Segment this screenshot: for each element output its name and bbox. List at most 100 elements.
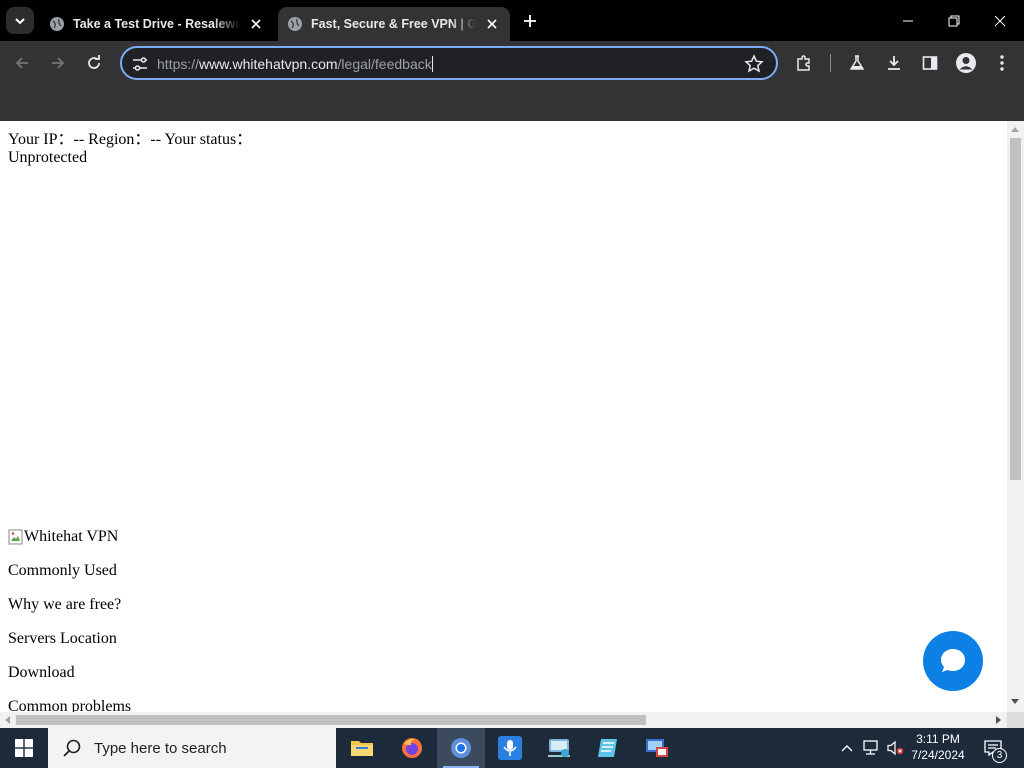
tray-volume-button[interactable] xyxy=(884,728,906,768)
chevron-up-icon xyxy=(841,745,853,752)
site-settings-icon[interactable] xyxy=(131,55,149,73)
page-viewport: Your IP：-- Region：-- Your status：Unprote… xyxy=(0,121,1024,728)
restore-button[interactable] xyxy=(932,6,976,36)
taskbar-notes-app[interactable] xyxy=(584,728,632,768)
close-icon xyxy=(251,19,261,29)
kebab-menu-icon xyxy=(1000,55,1004,71)
taskbar-search-box[interactable]: Type here to search xyxy=(48,728,336,768)
microphone-icon xyxy=(498,736,522,760)
chat-button[interactable] xyxy=(923,631,983,691)
folder-icon xyxy=(351,741,373,756)
side-panel-icon xyxy=(922,56,938,70)
taskbar-search-placeholder: Type here to search xyxy=(94,739,227,757)
bookmarks-bar xyxy=(0,85,1024,121)
scroll-up-arrow-icon[interactable] xyxy=(1011,127,1019,132)
downloads-button[interactable] xyxy=(880,49,908,77)
page-content: Your IP：-- Region：-- Your status：Unprote… xyxy=(0,121,1007,715)
profile-button[interactable] xyxy=(952,49,980,77)
notes-icon xyxy=(598,739,617,757)
tab-close-button[interactable] xyxy=(480,12,504,36)
chrome-icon xyxy=(451,738,471,758)
tray-network-button[interactable] xyxy=(860,728,882,768)
url-host: www.whitehatvpn.com xyxy=(199,56,338,72)
browser-toolbar: https://www.whitehatvpn.com/legal/feedba… xyxy=(0,41,1024,85)
firefox-icon xyxy=(402,738,422,758)
vertical-scroll-thumb[interactable] xyxy=(1010,138,1021,480)
puzzle-icon xyxy=(797,55,810,71)
scroll-left-arrow-icon[interactable] xyxy=(5,716,10,724)
scroll-right-arrow-icon[interactable] xyxy=(996,716,1001,724)
chevron-down-icon xyxy=(15,17,25,24)
new-tab-button[interactable] xyxy=(518,9,542,33)
network-icon xyxy=(863,740,878,755)
toolbar-separator xyxy=(830,54,831,72)
clock-time: 3:11 PM xyxy=(916,732,960,746)
forward-button[interactable] xyxy=(44,49,72,77)
arrow-right-icon xyxy=(52,57,65,69)
download-icon xyxy=(888,56,900,70)
tab-title: Fast, Secure & Free VPN | Get on xyxy=(311,17,476,31)
extensions-button[interactable] xyxy=(790,49,818,77)
taskbar-mic-app[interactable] xyxy=(486,728,534,768)
windows-taskbar: Type here to search 3:11 PM 7/24/2024 3 xyxy=(0,728,1024,768)
close-icon xyxy=(994,15,1006,27)
taskbar-remote-desktop-app[interactable] xyxy=(633,728,681,768)
tab-title: Take a Test Drive - Resaleworld xyxy=(73,17,240,31)
close-icon xyxy=(487,19,497,29)
globe-icon xyxy=(288,17,302,31)
volume-muted-icon xyxy=(887,740,904,756)
text-caret xyxy=(431,56,433,72)
broken-image-icon xyxy=(8,529,23,545)
vertical-scrollbar[interactable] xyxy=(1007,121,1024,712)
vpn-status-line: Your IP：-- Region：-- Your status：Unprote… xyxy=(8,131,253,166)
windows-logo-icon xyxy=(15,739,33,757)
tab-search-button[interactable] xyxy=(6,7,34,34)
taskbar-chrome[interactable] xyxy=(437,728,485,768)
side-panel-button[interactable] xyxy=(916,49,944,77)
chat-bubble-icon xyxy=(941,649,965,672)
nav-commonly-used[interactable]: Commonly Used xyxy=(8,562,117,580)
reload-icon xyxy=(88,55,100,69)
scroll-down-arrow-icon[interactable] xyxy=(1011,699,1019,704)
restore-icon xyxy=(948,15,960,27)
reload-button[interactable] xyxy=(80,49,108,77)
start-button[interactable] xyxy=(0,728,48,768)
logo-alt-text: Whitehat VPN xyxy=(24,528,119,545)
bookmark-star-icon[interactable] xyxy=(744,54,764,74)
network-app-icon xyxy=(548,739,570,757)
taskbar-network-app[interactable] xyxy=(535,728,583,768)
avatar-icon xyxy=(956,53,976,73)
plus-icon xyxy=(524,15,536,27)
horizontal-scroll-thumb[interactable] xyxy=(16,715,646,725)
close-window-button[interactable] xyxy=(978,6,1022,36)
menu-button[interactable] xyxy=(988,49,1016,77)
tab-close-button[interactable] xyxy=(244,12,268,36)
tray-overflow-button[interactable] xyxy=(838,728,856,768)
url-path: /legal/feedback xyxy=(337,56,432,72)
nav-why-free[interactable]: Why we are free? xyxy=(8,596,121,614)
horizontal-scrollbar[interactable] xyxy=(0,712,1007,728)
taskbar-firefox[interactable] xyxy=(388,728,436,768)
minimize-button[interactable] xyxy=(886,6,930,36)
url-text[interactable]: https://www.whitehatvpn.com/legal/feedba… xyxy=(157,55,433,73)
flask-icon xyxy=(849,55,865,70)
clock-date: 7/24/2024 xyxy=(911,748,965,762)
notification-count-badge: 3 xyxy=(992,748,1007,763)
logo-image[interactable]: Whitehat VPN xyxy=(8,528,118,546)
browser-tab-strip: Take a Test Drive - Resaleworld Fast, Se… xyxy=(0,0,1024,41)
search-icon xyxy=(63,739,81,757)
scrollbar-corner xyxy=(1007,712,1024,728)
minimize-icon xyxy=(903,20,913,22)
back-button[interactable] xyxy=(8,49,36,77)
tab-resaleworld[interactable]: Take a Test Drive - Resaleworld xyxy=(40,7,274,41)
tab-whitehatvpn[interactable]: Fast, Secure & Free VPN | Get on xyxy=(278,7,510,41)
url-scheme: https:// xyxy=(157,56,200,72)
labs-button[interactable] xyxy=(843,49,871,77)
globe-icon xyxy=(50,17,64,31)
taskbar-file-explorer[interactable] xyxy=(338,728,386,768)
nav-servers-location[interactable]: Servers Location xyxy=(8,630,117,648)
taskbar-clock[interactable]: 3:11 PM 7/24/2024 xyxy=(904,731,972,763)
remote-desktop-icon xyxy=(646,739,668,757)
address-bar[interactable]: https://www.whitehatvpn.com/legal/feedba… xyxy=(120,46,778,80)
nav-download[interactable]: Download xyxy=(8,664,75,682)
